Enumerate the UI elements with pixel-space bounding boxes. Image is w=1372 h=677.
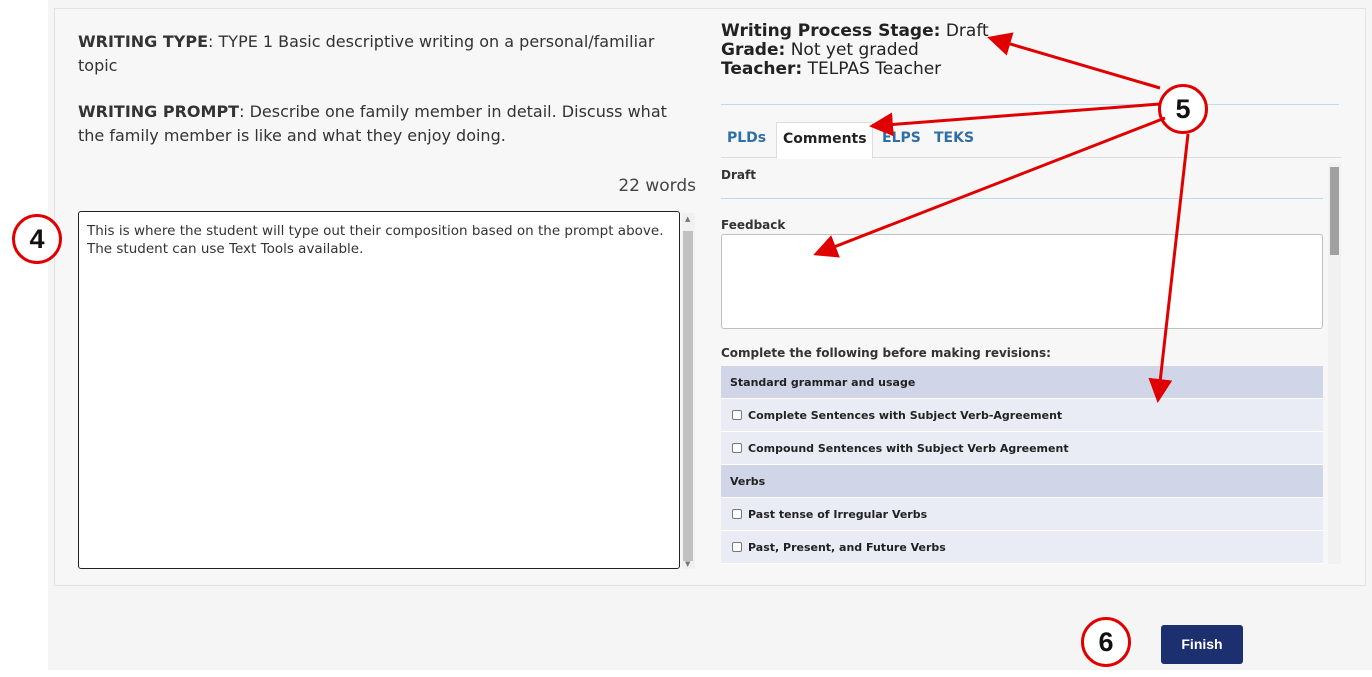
editor-scroll-thumb[interactable] — [683, 231, 693, 561]
assignment-info: Writing Process Stage: Draft Grade: Not … — [721, 22, 989, 79]
checkbox[interactable] — [732, 443, 742, 453]
group-header-grammar: Standard grammar and usage — [721, 366, 1323, 399]
checklist-item-label: Complete Sentences with Subject Verb-Agr… — [748, 409, 1063, 422]
feedback-textarea[interactable] — [721, 234, 1323, 329]
revision-checklist: Standard grammar and usage Complete Sent… — [721, 366, 1323, 564]
checklist-item[interactable]: Past, Present, and Future Verbs — [721, 531, 1323, 564]
draft-label: Draft — [721, 168, 756, 182]
checkbox[interactable] — [732, 509, 742, 519]
checklist-item-label: Past, Present, and Future Verbs — [748, 541, 946, 554]
checkbox[interactable] — [732, 410, 742, 420]
checklist-item-label: Compound Sentences with Subject Verb Agr… — [748, 442, 1069, 455]
stage-line: Writing Process Stage: Draft — [721, 22, 989, 41]
checklist-item[interactable]: Compound Sentences with Subject Verb Agr… — [721, 432, 1323, 465]
writing-prompt-label: WRITING PROMPT — [78, 102, 240, 121]
teacher-line: Teacher: TELPAS Teacher — [721, 60, 989, 79]
grade-line: Grade: Not yet graded — [721, 41, 989, 60]
teacher-label: Teacher: — [721, 59, 803, 79]
callout-4: 4 — [12, 214, 62, 264]
callout-5: 5 — [1158, 84, 1208, 134]
stage-label: Writing Process Stage: — [721, 21, 941, 41]
writing-type-label: WRITING TYPE — [78, 32, 209, 51]
scroll-down-icon[interactable]: ▼ — [685, 560, 690, 568]
checkbox[interactable] — [732, 542, 742, 552]
finish-button[interactable]: Finish — [1161, 625, 1243, 664]
teacher-value: TELPAS Teacher — [807, 59, 942, 79]
grade-label: Grade: — [721, 40, 786, 60]
comments-scroll-thumb[interactable] — [1330, 167, 1339, 255]
checklist-item-label: Past tense of Irregular Verbs — [748, 508, 928, 521]
stage-value: Draft — [945, 21, 989, 41]
grade-value: Not yet graded — [790, 40, 919, 60]
comments-scrollbar[interactable] — [1328, 163, 1341, 564]
draft-divider — [721, 198, 1323, 199]
editor-scrollbar[interactable]: ▲ ▼ — [682, 213, 695, 569]
comments-pane: Draft Feedback Complete the following be… — [721, 158, 1341, 564]
writing-prompt: WRITING PROMPT: Describe one family memb… — [78, 100, 678, 148]
tab-comments[interactable]: Comments — [776, 122, 873, 159]
checklist-item[interactable]: Complete Sentences with Subject Verb-Agr… — [721, 399, 1323, 432]
tab-bar: PLDs Comments ELPS TEKS — [721, 122, 1341, 159]
word-count: 22 words — [618, 176, 696, 196]
feedback-label: Feedback — [721, 218, 786, 232]
group-header-verbs: Verbs — [721, 465, 1323, 498]
tab-plds[interactable]: PLDs — [721, 122, 772, 158]
composition-editor[interactable]: This is where the student will type out … — [78, 211, 680, 569]
writing-type: WRITING TYPE: TYPE 1 Basic descriptive w… — [78, 30, 678, 78]
info-divider — [721, 104, 1339, 105]
tab-elps[interactable]: ELPS — [876, 122, 927, 158]
checklist-item[interactable]: Past tense of Irregular Verbs — [721, 498, 1323, 531]
tab-teks[interactable]: TEKS — [928, 122, 980, 158]
scroll-up-icon[interactable]: ▲ — [685, 215, 690, 223]
revisions-instruction: Complete the following before making rev… — [721, 346, 1051, 360]
callout-6: 6 — [1081, 617, 1131, 667]
